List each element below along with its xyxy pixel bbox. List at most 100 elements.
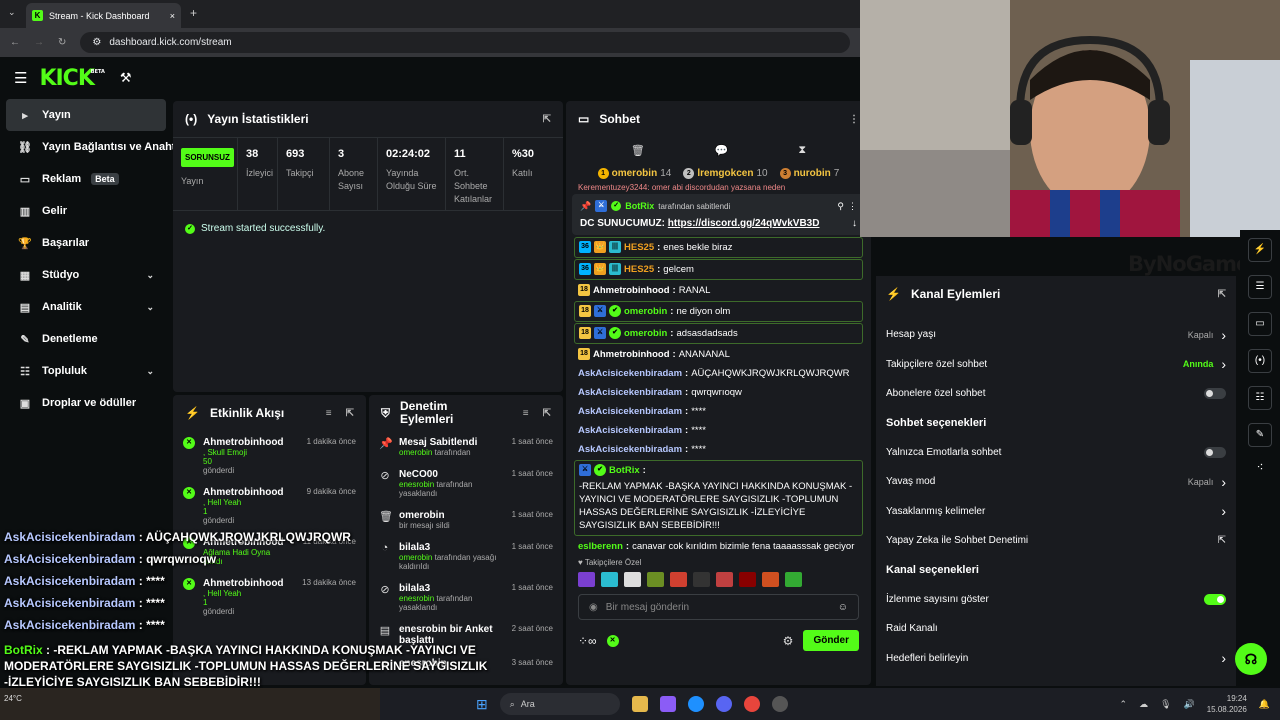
url-field[interactable]: ⚙ dashboard.kick.com/stream (80, 32, 850, 53)
channel-setting-row[interactable]: Yapay Zeka ile Sohbet Denetimi ⇱ (876, 526, 1236, 556)
emote-icon[interactable] (739, 572, 756, 587)
chat-username[interactable]: AskAcisicekenbiradam (578, 367, 682, 380)
chat-icon[interactable]: ▭ (1248, 312, 1272, 336)
emote-icon[interactable] (670, 572, 687, 587)
sidebar-item[interactable]: ▥ Gelir (6, 195, 166, 227)
channel-setting-row[interactable]: İzlenme sayısını göster (876, 585, 1236, 615)
chevron-right-icon[interactable]: › (1221, 503, 1226, 519)
chat-username[interactable]: HES25 (624, 263, 654, 276)
chat-username[interactable]: omerobin (624, 327, 667, 340)
stats-list-icon[interactable]: ☰ (1248, 275, 1272, 299)
mic-icon[interactable]: 🎙 (1160, 699, 1171, 710)
channel-setting-row[interactable]: Abonelere özel sohbet (876, 379, 1236, 409)
emoji-icon[interactable]: ☺ (838, 602, 848, 613)
settings-gear-icon[interactable]: ⚙ (783, 634, 794, 648)
taskbar-search[interactable]: ⌕ Ara (499, 693, 620, 715)
speech-icon[interactable]: 💬 (715, 144, 729, 157)
wrench-icon[interactable]: ✎ (1248, 423, 1272, 447)
leaderboard-entry[interactable]: 1 omerobin 14 (597, 167, 671, 179)
external-link-icon[interactable]: ⇱ (1218, 535, 1226, 546)
sidebar-item[interactable]: ▸ Yayın (6, 99, 166, 131)
unpin-icon[interactable]: ⚲ (837, 201, 844, 212)
kick-logo[interactable]: KICK BETA (39, 66, 104, 91)
kick-points-icon[interactable]: ✕ (606, 634, 619, 647)
filter-icon[interactable]: ≡ (523, 408, 529, 419)
sidebar-item[interactable]: ⛓ Yayın Bağlantısı ve Anahtar (6, 131, 186, 163)
chat-username[interactable]: AskAcisicekenbiradam (578, 443, 682, 456)
chevron-down-icon[interactable]: ⌄ (146, 270, 154, 281)
hourglass-icon[interactable]: ⧗ (798, 144, 806, 157)
leaderboard-entry[interactable]: 2 lremgokcen 10 (683, 167, 768, 179)
start-icon[interactable]: ⊞ (476, 696, 488, 713)
chevron-down-icon[interactable]: ⌄ (146, 366, 154, 377)
discord-icon[interactable] (715, 696, 732, 712)
chat-username[interactable]: AskAcisicekenbiradam (578, 386, 682, 399)
chat-username[interactable]: AskAcisicekenbiradam (578, 424, 682, 437)
chat-username[interactable]: HES25 (624, 241, 654, 254)
pinned-more-icon[interactable]: ⋮ (848, 201, 857, 212)
lightning-icon[interactable]: ⚡ (1248, 238, 1272, 262)
chat-username[interactable]: Ahmetrobinhood (593, 348, 670, 361)
forward-icon[interactable]: → (34, 37, 44, 48)
pinned-link[interactable]: https://discord.gg/24qWvkVB3D (668, 218, 820, 229)
edge-icon[interactable] (687, 696, 704, 712)
broadcast-icon[interactable]: (•) (1248, 349, 1272, 373)
sidebar-item[interactable]: ✎ Denetleme (6, 323, 166, 355)
sidebar-item[interactable]: ▭ Reklam Beta (6, 163, 166, 195)
obs-icon[interactable] (771, 696, 788, 712)
tools-icon[interactable]: ⚒ (120, 70, 132, 86)
browser-tab[interactable]: K Stream - Kick Dashboard × (26, 3, 181, 28)
chevron-right-icon[interactable]: › (1221, 327, 1226, 343)
clock[interactable]: 19:24 15.08.2026 (1207, 693, 1247, 715)
emote-icon[interactable] (647, 572, 664, 587)
channel-setting-row[interactable]: Takipçilere özel sohbet Anında › (876, 350, 1236, 380)
chevron-right-icon[interactable]: › (1221, 650, 1226, 666)
channel-setting-row[interactable]: Raid Kanalı (876, 614, 1236, 644)
channel-setting-row[interactable]: Yavaş mod Kapalı › (876, 467, 1236, 497)
channel-setting-row[interactable]: Yalnızca Emotlarla sohbet (876, 438, 1236, 468)
back-icon[interactable]: ← (10, 37, 20, 48)
popout-icon[interactable]: ⇱ (346, 408, 354, 419)
filter-icon[interactable]: ≡ (326, 408, 332, 419)
toggle-switch[interactable] (1204, 593, 1226, 605)
leaderboard-entry[interactable]: 3 nurobin 7 (779, 167, 839, 179)
chat-input[interactable]: ◉ Bir mesaj gönderin ☺ (578, 594, 859, 620)
popout-icon[interactable]: ⇱ (543, 114, 551, 125)
chat-username[interactable]: BotRix (609, 464, 640, 477)
send-button[interactable]: Gönder (803, 630, 859, 651)
menu-icon[interactable]: ☰ (14, 69, 27, 87)
notification-icon[interactable]: 🔔 (1259, 699, 1270, 710)
chevron-down-icon[interactable]: ⌄ (146, 302, 154, 313)
share-icon[interactable]: ⁖ (1240, 460, 1280, 474)
reload-icon[interactable]: ↻ (58, 37, 66, 48)
emote-icon[interactable] (693, 572, 710, 587)
toggle-switch[interactable] (1204, 446, 1226, 458)
sidebar-item[interactable]: ☷ Topluluk ⌄ (6, 355, 166, 387)
emote-icon[interactable] (578, 572, 595, 587)
emote-icon[interactable] (785, 572, 802, 587)
toggle-switch[interactable] (1204, 388, 1226, 400)
emote-icon[interactable] (601, 572, 618, 587)
sidebar-item[interactable]: ▦ Stüdyo ⌄ (6, 259, 166, 291)
channel-setting-row[interactable]: Yasaklanmış kelimeler › (876, 497, 1236, 527)
network-icon[interactable]: ☁ (1139, 699, 1148, 710)
sidebar-item[interactable]: ▤ Analitik ⌄ (6, 291, 166, 323)
tab-list-icon[interactable]: ⌄ (8, 7, 16, 18)
popout-icon[interactable]: ⇱ (543, 408, 551, 419)
file-explorer-icon[interactable] (631, 696, 648, 712)
chat-username[interactable]: omerobin (624, 305, 667, 318)
emote-icon[interactable] (624, 572, 641, 587)
chevron-right-icon[interactable]: › (1221, 474, 1226, 490)
volume-icon[interactable]: 🔊 (1184, 699, 1195, 710)
chat-username[interactable]: AskAcisicekenbiradam (578, 405, 682, 418)
channel-setting-row[interactable]: Hedefleri belirleyin › (876, 644, 1236, 674)
mod-actions-icon[interactable]: ☷ (1248, 386, 1272, 410)
popout-icon[interactable]: ⇱ (1218, 289, 1226, 300)
office-icon[interactable] (659, 696, 676, 712)
more-icon[interactable]: ⋮ (849, 114, 859, 125)
chevron-right-icon[interactable]: › (1221, 356, 1226, 372)
trash-icon[interactable]: 🗑 (631, 144, 645, 157)
site-info-icon[interactable]: ⚙ (92, 37, 101, 48)
sidebar-item[interactable]: ▣ Droplar ve ödüller (6, 387, 166, 419)
channel-setting-row[interactable]: Hesap yaşı Kapalı › (876, 320, 1236, 350)
